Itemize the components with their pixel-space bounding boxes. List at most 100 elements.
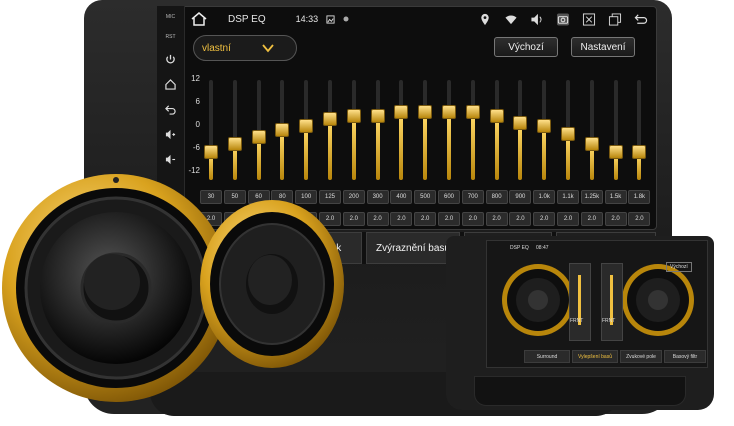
- mini-lower-panel: [474, 376, 686, 406]
- settings-button[interactable]: Nastavení: [571, 37, 635, 57]
- eq-slider-band[interactable]: [537, 80, 552, 184]
- slider-knob[interactable]: [227, 137, 242, 152]
- band-frequency-label[interactable]: 125: [319, 190, 341, 204]
- mini-tab-bass[interactable]: Vylepšení basů: [572, 350, 618, 363]
- slider-knob[interactable]: [370, 108, 385, 123]
- slider-knob[interactable]: [299, 119, 314, 134]
- band-q-value[interactable]: 2.0: [414, 212, 437, 226]
- band-frequency-label[interactable]: 1.1k: [557, 190, 579, 204]
- band-q-value[interactable]: 2.0: [461, 212, 484, 226]
- slider-knob[interactable]: [465, 105, 480, 120]
- eq-slider-band[interactable]: [251, 80, 266, 184]
- eq-slider-band[interactable]: [632, 80, 647, 184]
- eq-slider-band[interactable]: [608, 80, 623, 184]
- screenshot-icon[interactable]: [556, 12, 570, 26]
- slider-knob[interactable]: [323, 112, 337, 127]
- band-q-value[interactable]: 2.0: [604, 212, 627, 226]
- eq-slider-band[interactable]: [323, 80, 337, 184]
- home-side-icon[interactable]: [165, 79, 176, 90]
- band-frequency-label[interactable]: 30: [200, 190, 222, 204]
- mini-tab-surround[interactable]: Surround: [524, 350, 570, 363]
- band-q-value[interactable]: 2.0: [557, 212, 579, 226]
- band-q-value[interactable]: 2.0: [628, 212, 651, 226]
- band-frequency-label[interactable]: 800: [485, 190, 508, 204]
- wifi-icon: [505, 15, 517, 24]
- slider-knob[interactable]: [394, 105, 409, 120]
- mini-default-button[interactable]: Výchozí: [666, 262, 692, 272]
- band-q-value[interactable]: 2.0: [509, 212, 532, 226]
- eq-slider-band[interactable]: [204, 80, 218, 184]
- band-q-value[interactable]: 2.0: [366, 212, 389, 226]
- slider-fill: [589, 147, 594, 180]
- slider-knob[interactable]: [251, 130, 266, 145]
- volume-up-side-icon[interactable]: [165, 129, 176, 140]
- slider-knob[interactable]: [346, 108, 361, 123]
- band-q-value[interactable]: 2.0: [580, 212, 603, 226]
- slider-fill: [566, 136, 570, 180]
- slider-fill: [256, 140, 261, 180]
- slider-knob[interactable]: [418, 105, 433, 120]
- eq-slider-band[interactable]: [418, 80, 433, 184]
- eq-slider-band[interactable]: [299, 80, 314, 184]
- default-button[interactable]: Výchozí: [494, 37, 558, 57]
- band-frequency-label[interactable]: 100: [295, 190, 318, 204]
- volume-down-side-icon[interactable]: [165, 154, 176, 165]
- slider-knob[interactable]: [513, 115, 528, 130]
- slider-knob[interactable]: [204, 144, 218, 159]
- eq-slider-band[interactable]: [584, 80, 599, 184]
- eq-slider-band[interactable]: [442, 80, 456, 184]
- eq-slider-band[interactable]: [465, 80, 480, 184]
- band-frequency-label[interactable]: 400: [390, 190, 413, 204]
- band-frequency-label[interactable]: 300: [366, 190, 389, 204]
- band-q-value[interactable]: 2.0: [438, 212, 460, 226]
- band-frequency-label[interactable]: 600: [438, 190, 460, 204]
- slider-knob[interactable]: [584, 137, 599, 152]
- eq-slider-band[interactable]: [370, 80, 385, 184]
- notification-dot-icon: [343, 16, 349, 22]
- band-q-value[interactable]: 2.0: [485, 212, 508, 226]
- mini-speaker-right-graphic: [622, 264, 694, 336]
- slider-knob[interactable]: [442, 105, 456, 120]
- home-icon[interactable]: [190, 12, 208, 26]
- band-frequency-label[interactable]: 1.5k: [604, 190, 627, 204]
- band-frequency-label[interactable]: 700: [461, 190, 484, 204]
- slider-fill: [470, 115, 475, 180]
- slider-knob[interactable]: [489, 108, 504, 123]
- eq-slider-band[interactable]: [513, 80, 528, 184]
- slider-knob[interactable]: [275, 123, 290, 137]
- mini-tab-bass-filter[interactable]: Basový filtr: [664, 350, 706, 363]
- band-frequency-label[interactable]: 1.25k: [580, 190, 603, 204]
- eq-slider-band[interactable]: [561, 80, 575, 184]
- band-q-value[interactable]: 2.0: [342, 212, 365, 226]
- band-frequency-label[interactable]: 1.8k: [628, 190, 651, 204]
- preset-value: vlastní: [202, 42, 231, 54]
- slider-fill: [399, 115, 404, 180]
- slider-fill: [494, 118, 499, 180]
- power-icon[interactable]: [165, 54, 176, 65]
- eq-slider-band[interactable]: [275, 80, 290, 184]
- volume-icon[interactable]: [530, 13, 544, 26]
- slider-knob[interactable]: [537, 119, 552, 134]
- close-app-icon[interactable]: [582, 12, 596, 26]
- eq-slider-band[interactable]: [346, 80, 361, 184]
- back-icon[interactable]: [634, 13, 648, 26]
- band-q-value[interactable]: 2.0: [390, 212, 413, 226]
- eq-slider-band[interactable]: [227, 80, 242, 184]
- slider-knob[interactable]: [632, 144, 647, 159]
- band-frequency-label[interactable]: 1.0k: [533, 190, 556, 204]
- band-frequency-label[interactable]: 50: [223, 190, 246, 204]
- back-side-icon[interactable]: [165, 104, 176, 115]
- rst-label: RST: [165, 34, 176, 40]
- slider-knob[interactable]: [608, 144, 623, 159]
- mini-tab-sound-field[interactable]: Zvukové pole: [620, 350, 662, 363]
- slider-fill: [328, 122, 332, 180]
- slider-knob[interactable]: [561, 126, 575, 141]
- band-frequency-label[interactable]: 500: [414, 190, 437, 204]
- band-frequency-label[interactable]: 900: [509, 190, 532, 204]
- eq-slider-band[interactable]: [489, 80, 504, 184]
- recent-apps-icon[interactable]: [608, 12, 622, 26]
- band-frequency-label[interactable]: 200: [342, 190, 365, 204]
- band-q-value[interactable]: 2.0: [533, 212, 556, 226]
- eq-slider-band[interactable]: [394, 80, 409, 184]
- preset-dropdown[interactable]: vlastní: [193, 35, 297, 61]
